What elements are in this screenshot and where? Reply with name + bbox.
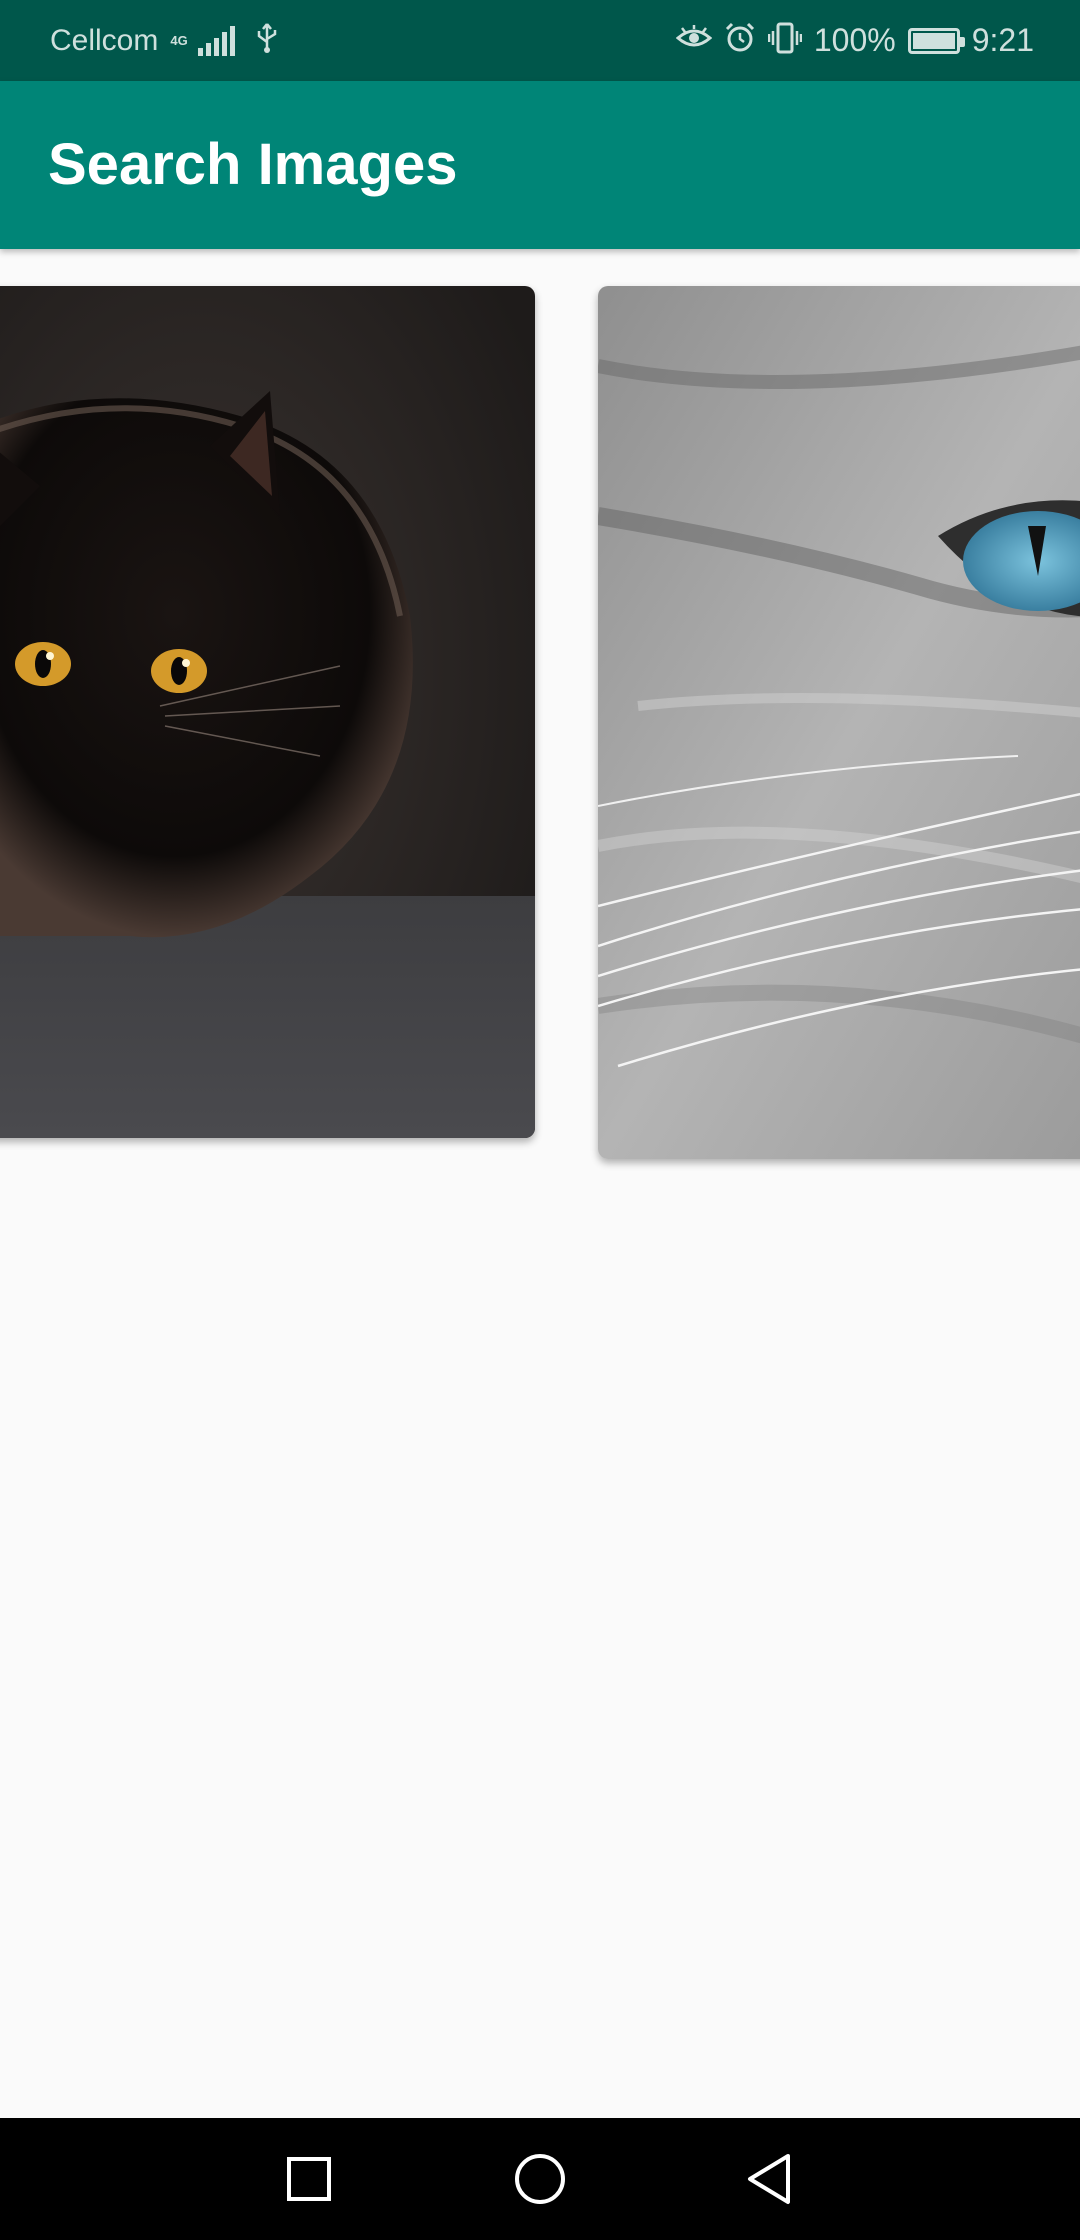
image-card-grey-cat[interactable] (598, 286, 1080, 1159)
vibrate-icon (767, 22, 803, 59)
network-type-label: 4G (170, 32, 188, 48)
app-bar: Search Images (0, 81, 1080, 249)
alarm-icon (724, 22, 756, 59)
usb-icon (255, 22, 279, 59)
recent-apps-button[interactable] (249, 2118, 369, 2240)
status-bar: Cellcom 4G 100% 9:21 (0, 0, 1080, 81)
carrier-label: Cellcom (50, 23, 159, 57)
clock-label: 9:21 (971, 22, 1034, 58)
back-button[interactable] (709, 2118, 829, 2240)
battery-percent-label: 100% (813, 22, 896, 58)
eye-comfort-icon (675, 24, 713, 57)
status-left: Cellcom 4G (50, 0, 279, 81)
image-card-black-cat[interactable] (0, 286, 535, 1138)
grey-cat-image (598, 286, 1080, 1159)
page-title: Search Images (48, 132, 458, 197)
home-button[interactable] (480, 2118, 600, 2240)
square-icon (287, 2157, 331, 2201)
back-triangle-icon (748, 2154, 790, 2204)
navigation-bar (0, 2118, 1080, 2240)
black-cat-image (0, 286, 535, 1138)
signal-icon (197, 25, 235, 56)
circle-icon (515, 2154, 565, 2204)
status-right: 100% 9:21 (675, 0, 1034, 81)
battery-icon (907, 27, 965, 54)
